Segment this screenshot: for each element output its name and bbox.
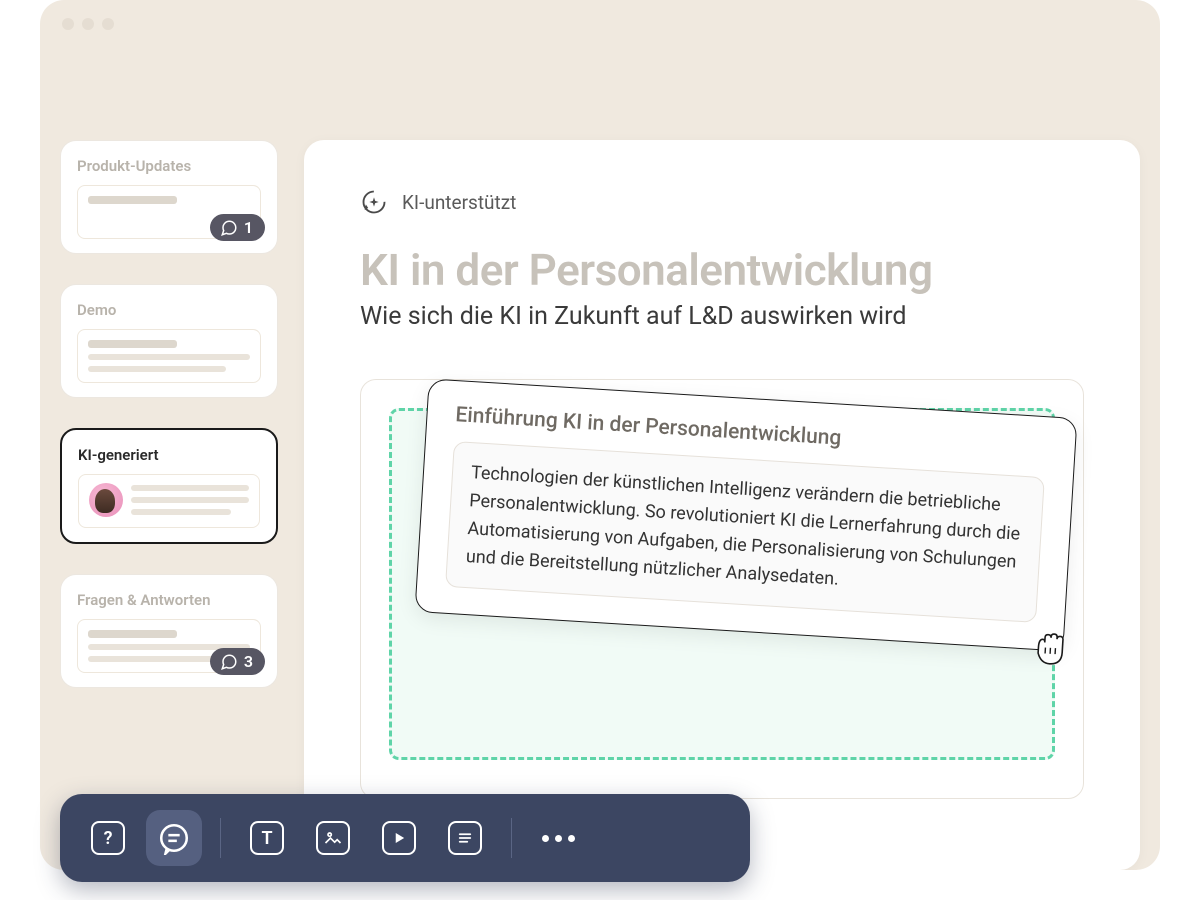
grab-cursor-icon: [1029, 626, 1075, 669]
list-block-button[interactable]: [437, 810, 493, 866]
help-icon: ?: [91, 821, 125, 855]
list-icon: [448, 821, 482, 855]
slide-thumb-product-updates[interactable]: Produkt-Updates 1: [60, 140, 278, 254]
chat-icon: [157, 821, 191, 855]
slide-sidebar: Produkt-Updates 1 Demo: [60, 140, 278, 870]
text-icon: T: [250, 821, 284, 855]
card-body: Technologien der künstlichen Intelligenz…: [445, 441, 1045, 622]
video-icon: [382, 821, 416, 855]
comment-badge[interactable]: 1: [210, 214, 265, 241]
window-controls: [62, 18, 114, 30]
workspace: Produkt-Updates 1 Demo: [60, 140, 1140, 870]
ai-tag-label: KI-unterstützt: [402, 191, 516, 214]
slide-thumb-preview: [77, 329, 261, 383]
toolbar-divider: [511, 818, 512, 858]
image-icon: [316, 821, 350, 855]
comment-icon: [220, 219, 238, 237]
slide-thumb-title: Produkt-Updates: [77, 157, 261, 175]
slide-thumb-title: KI-generiert: [78, 446, 260, 464]
editor-canvas: KI-unterstützt KI in der Personalentwick…: [304, 140, 1140, 870]
chat-button[interactable]: [146, 810, 202, 866]
text-block-button[interactable]: T: [239, 810, 295, 866]
slide-thumb-fragen-antworten[interactable]: Fragen & Antworten 3: [60, 574, 278, 688]
app-window: Produkt-Updates 1 Demo: [40, 0, 1160, 870]
slide-thumb-title: Demo: [77, 301, 261, 319]
toolbar-divider: [220, 818, 221, 858]
video-block-button[interactable]: [371, 810, 427, 866]
image-block-button[interactable]: [305, 810, 361, 866]
ai-tag: KI-unterstützt: [360, 188, 1084, 216]
comment-count: 3: [244, 652, 253, 671]
slide-thumb-preview: [78, 474, 260, 528]
avatar: [89, 483, 123, 517]
comment-count: 1: [244, 218, 253, 237]
page-title: KI in der Personalentwicklung: [360, 244, 1084, 296]
draggable-content-card[interactable]: Einführung KI in der Personalentwicklung…: [414, 378, 1077, 651]
slide-thumb-ki-generiert[interactable]: KI-generiert: [60, 428, 278, 544]
more-button[interactable]: [530, 810, 586, 866]
sparkle-refresh-icon: [360, 188, 388, 216]
comment-badge[interactable]: 3: [210, 648, 265, 675]
help-button[interactable]: ?: [80, 810, 136, 866]
insert-toolbar: ? T: [60, 794, 750, 882]
more-icon: [532, 835, 585, 842]
slide-thumb-demo[interactable]: Demo: [60, 284, 278, 398]
page-subtitle: Wie sich die KI in Zukunft auf L&D auswi…: [360, 302, 1084, 331]
comment-icon: [220, 653, 238, 671]
content-drop-area[interactable]: Einführung KI in der Personalentwicklung…: [360, 379, 1084, 799]
slide-thumb-title: Fragen & Antworten: [77, 591, 261, 609]
